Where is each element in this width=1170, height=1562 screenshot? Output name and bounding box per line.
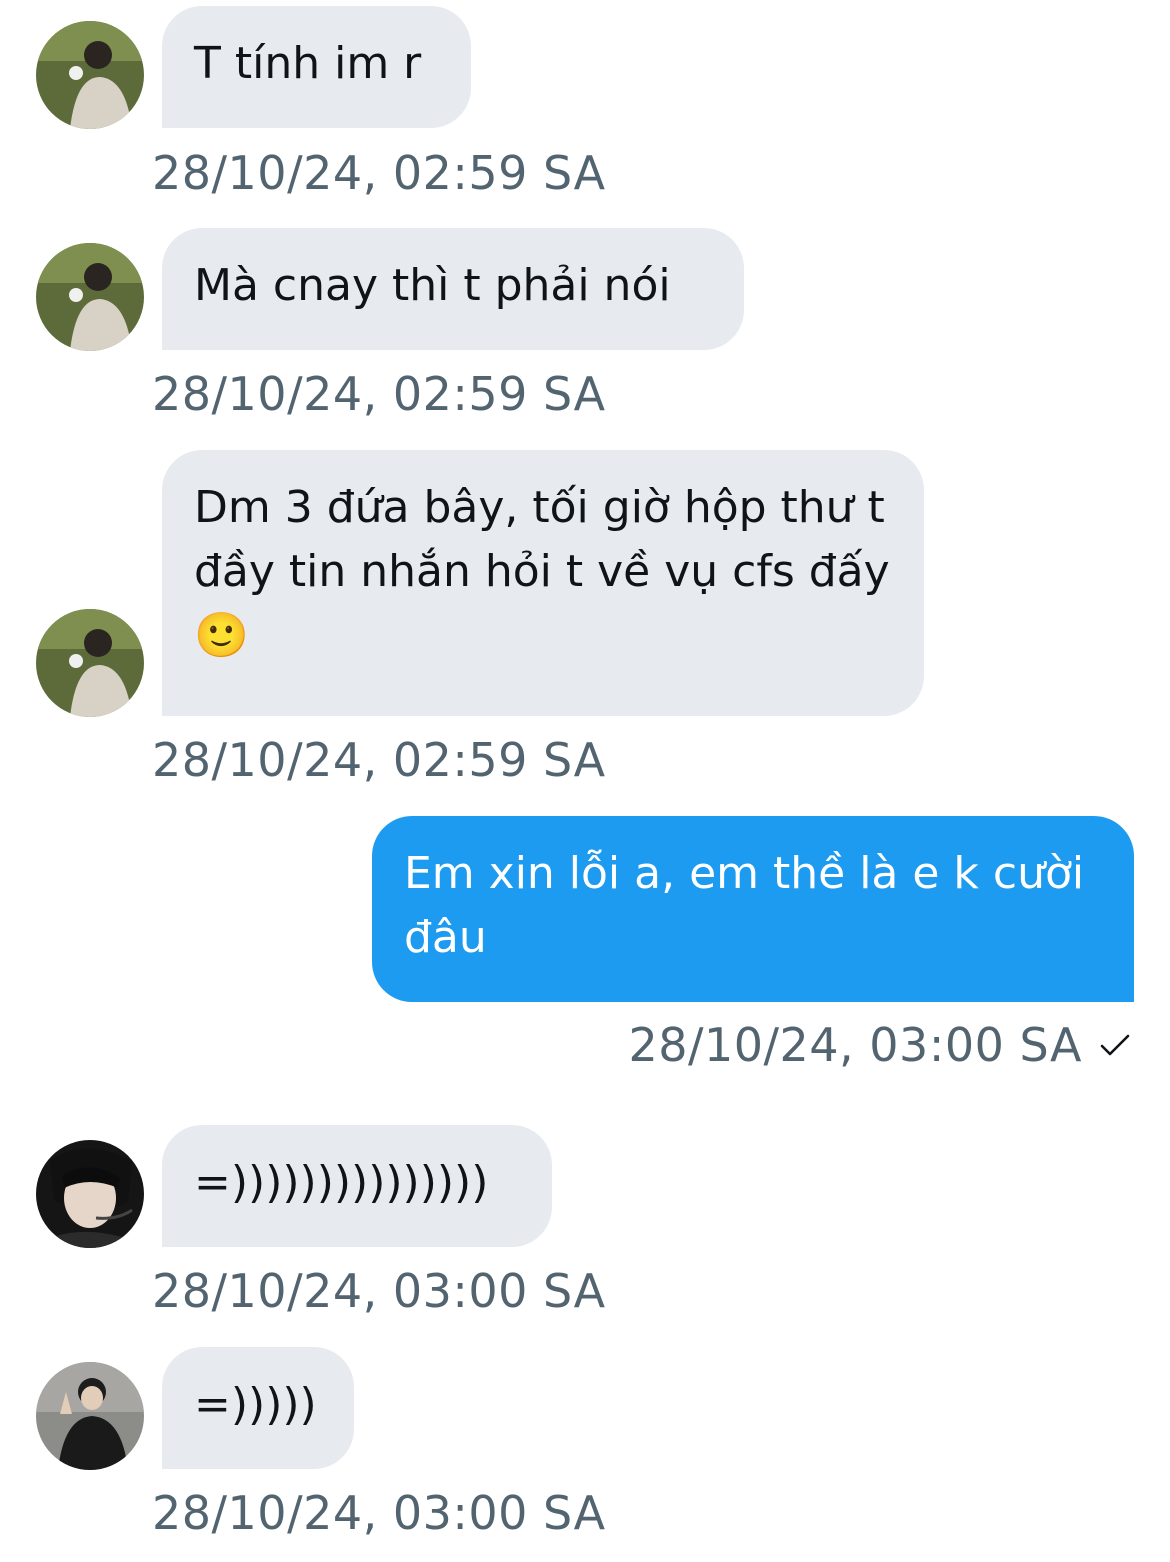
message-timestamp-text: 28/10/24, 03:00 SA bbox=[628, 1018, 1082, 1072]
message-timestamp: 28/10/24, 02:59 SA bbox=[152, 367, 606, 421]
message-timestamp: 28/10/24, 02:59 SA bbox=[152, 733, 606, 787]
message-bubble[interactable]: Dm 3 đứa bây, tối giờ hộp thư t đầy tin … bbox=[162, 450, 924, 716]
check-icon bbox=[1100, 1033, 1130, 1057]
message-timestamp: 28/10/24, 02:59 SA bbox=[152, 146, 606, 200]
avatar[interactable] bbox=[36, 243, 144, 351]
avatar[interactable] bbox=[36, 1362, 144, 1470]
message-timestamp: 28/10/24, 03:00 SA bbox=[628, 1017, 1130, 1073]
message-timestamp: 28/10/24, 03:00 SA bbox=[152, 1486, 606, 1540]
avatar[interactable] bbox=[36, 1140, 144, 1248]
message-bubble[interactable]: Mà cnay thì t phải nói bbox=[162, 228, 744, 350]
message-bubble[interactable]: T tính im r bbox=[162, 6, 471, 128]
message-bubble[interactable]: =))))) bbox=[162, 1347, 354, 1469]
message-bubble[interactable]: =))))))))))))))) bbox=[162, 1125, 552, 1247]
message-timestamp: 28/10/24, 03:00 SA bbox=[152, 1264, 606, 1318]
avatar[interactable] bbox=[36, 21, 144, 129]
message-bubble-outgoing[interactable]: Em xin lỗi a, em thề là e k cười đâu bbox=[372, 816, 1134, 1002]
avatar[interactable] bbox=[36, 609, 144, 717]
